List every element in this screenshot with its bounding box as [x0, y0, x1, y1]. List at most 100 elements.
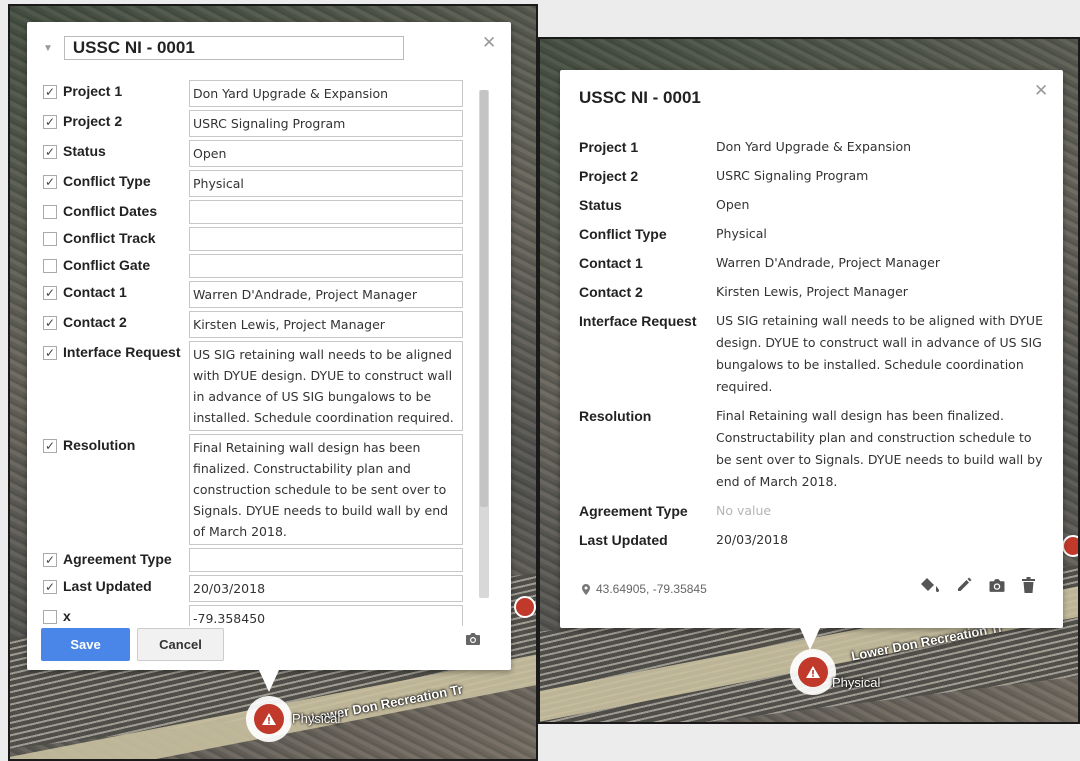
property-label: Last Updated	[579, 532, 668, 548]
field-checkbox[interactable]: ✓	[43, 286, 57, 300]
coordinates-text: 43.64905, -79.35845	[596, 582, 707, 596]
property-label: Project 1	[579, 139, 639, 155]
field-label: Interface Request	[63, 344, 181, 360]
field-input[interactable]	[189, 200, 463, 224]
conflict-marker[interactable]	[246, 696, 292, 742]
field-label: Contact 2	[63, 314, 127, 330]
form-row: x -79.358450	[43, 605, 503, 626]
pin-icon	[582, 583, 590, 595]
field-label: x	[63, 608, 71, 624]
field-input[interactable]: -79.358450	[189, 605, 463, 626]
field-checkbox[interactable]: ✓	[43, 580, 57, 594]
form-row: Conflict Track	[43, 227, 503, 251]
field-input[interactable]: Final Retaining wall design has been fin…	[189, 434, 463, 545]
form-row: ✓ Status Open	[43, 140, 503, 167]
property-value: Open	[716, 197, 750, 212]
field-input[interactable]: 20/03/2018	[189, 575, 463, 602]
paint-bucket-icon[interactable]	[920, 577, 940, 593]
close-icon[interactable]: ✕	[1034, 82, 1048, 99]
form-row: ✓ Project 1 Don Yard Upgrade & Expansion	[43, 80, 503, 107]
field-label: Agreement Type	[63, 551, 172, 567]
property-row: Contact 2 Kirsten Lewis, Project Manager	[579, 281, 1049, 303]
edit-feature-card: ▼ USSC NI - 0001 ✕ ✓ Project 1 Don Yard Up…	[27, 22, 511, 692]
field-label: Resolution	[63, 437, 136, 453]
field-input[interactable]	[189, 254, 463, 278]
property-row: Project 1 Don Yard Upgrade & Expansion	[579, 136, 1049, 158]
form-row: ✓ Contact 2 Kirsten Lewis, Project Manager	[43, 311, 503, 338]
field-checkbox[interactable]: ✓	[43, 175, 57, 189]
field-input[interactable]: Warren D'Andrade, Project Manager	[189, 281, 463, 308]
field-label: Conflict Gate	[63, 257, 151, 273]
feature-properties: Project 1 Don Yard Upgrade & Expansion Pro…	[579, 136, 1049, 558]
property-value: US SIG retaining wall needs to be aligne…	[716, 313, 1043, 394]
property-row: Agreement Type No value	[579, 500, 1049, 522]
field-input[interactable]: Don Yard Upgrade & Expansion	[189, 80, 463, 107]
field-input[interactable]: Physical	[189, 170, 463, 197]
field-checkbox[interactable]: ✓	[43, 145, 57, 159]
field-input[interactable]: Open	[189, 140, 463, 167]
property-label: Agreement Type	[579, 503, 688, 519]
coordinates: 43.64905, -79.35845	[582, 582, 707, 596]
field-label: Project 2	[63, 113, 123, 129]
field-input[interactable]: Kirsten Lewis, Project Manager	[189, 311, 463, 338]
marker-label: Physical	[292, 711, 341, 726]
field-checkbox[interactable]: ✓	[43, 85, 57, 99]
camera-icon[interactable]	[988, 578, 1006, 593]
trash-icon[interactable]	[1022, 577, 1035, 593]
property-label: Status	[579, 197, 622, 213]
feature-title: USSC NI - 0001	[579, 88, 701, 107]
property-label: Project 2	[579, 168, 639, 184]
collapse-icon[interactable]: ▼	[43, 43, 53, 54]
scrollbar[interactable]	[479, 90, 489, 598]
warning-icon	[262, 713, 276, 725]
field-input[interactable]: US SIG retaining wall needs to be aligne…	[189, 341, 463, 431]
save-button[interactable]: Save	[41, 628, 130, 661]
property-row: Last Updated 20/03/2018	[579, 529, 1049, 551]
field-checkbox[interactable]: ✓	[43, 553, 57, 567]
camera-icon[interactable]	[465, 632, 481, 651]
form-row: ✓ Agreement Type	[43, 548, 503, 572]
property-label: Contact 2	[579, 284, 643, 300]
property-row: Contact 1 Warren D'Andrade, Project Manag…	[579, 252, 1049, 274]
title-input[interactable]: USSC NI - 0001	[63, 36, 404, 60]
field-checkbox[interactable]: ✓	[43, 115, 57, 129]
property-label: Resolution	[579, 408, 652, 424]
form-row: ✓ Interface Request US SIG retaining wall …	[43, 341, 503, 431]
property-value: No value	[716, 503, 772, 518]
map-marker[interactable]	[1062, 535, 1078, 557]
cancel-button[interactable]: Cancel	[137, 628, 224, 661]
pencil-icon[interactable]	[956, 577, 972, 593]
property-value: Don Yard Upgrade & Expansion	[716, 139, 912, 154]
field-label: Contact 1	[63, 284, 127, 300]
view-feature-card: USSC NI - 0001 ✕ Project 1 Don Yard Upgra…	[560, 70, 1063, 650]
property-row: Status Open	[579, 194, 1049, 216]
field-input[interactable]: USRC Signaling Program	[189, 110, 463, 137]
field-checkbox[interactable]: ✓	[43, 316, 57, 330]
map-marker[interactable]	[514, 596, 536, 618]
field-checkbox[interactable]: ✓	[43, 346, 57, 360]
property-label: Interface Request	[579, 313, 697, 329]
field-label: Last Updated	[63, 578, 152, 594]
field-checkbox[interactable]	[43, 610, 57, 624]
field-checkbox[interactable]	[43, 232, 57, 246]
form-row: ✓ Project 2 USRC Signaling Program	[43, 110, 503, 137]
field-checkbox[interactable]	[43, 205, 57, 219]
property-row: Interface Request US SIG retaining wall n…	[579, 310, 1049, 398]
form-row: ✓ Conflict Type Physical	[43, 170, 503, 197]
field-checkbox[interactable]: ✓	[43, 439, 57, 453]
conflict-marker[interactable]	[790, 649, 836, 695]
field-label: Project 1	[63, 83, 123, 99]
property-row: Conflict Type Physical	[579, 223, 1049, 245]
field-label: Status	[63, 143, 106, 159]
field-checkbox[interactable]	[43, 259, 57, 273]
field-input[interactable]	[189, 227, 463, 251]
field-input[interactable]	[189, 548, 463, 572]
form-row: Conflict Gate	[43, 254, 503, 278]
property-row: Resolution Final Retaining wall design ha…	[579, 405, 1049, 493]
feature-toolbar	[920, 577, 1035, 593]
marker-label: Physical	[832, 675, 881, 690]
form-row: ✓ Resolution Final Retaining wall design h…	[43, 434, 503, 545]
close-icon[interactable]: ✕	[482, 34, 496, 51]
property-value: Kirsten Lewis, Project Manager	[716, 284, 908, 299]
field-label: Conflict Track	[63, 230, 156, 246]
